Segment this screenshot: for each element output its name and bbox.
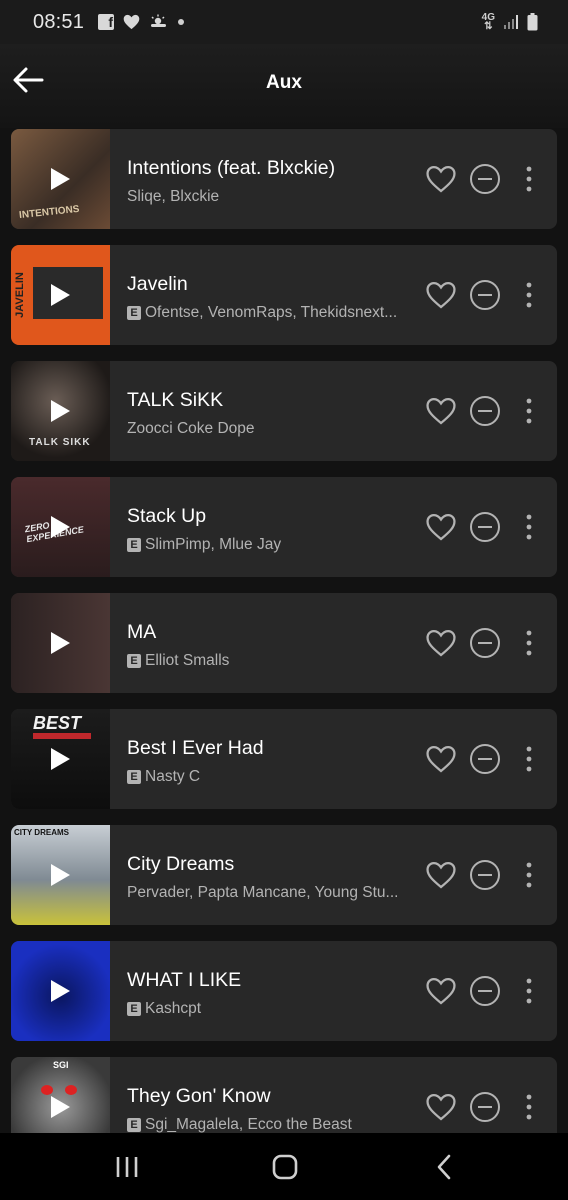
remove-icon[interactable] [469,975,501,1007]
album-art[interactable]: ZERO EXPERIENCE [11,477,110,577]
track-artists: Zoocci Coke Dope [127,420,255,437]
track-title: Intentions (feat. Blxckie) [127,157,336,179]
track-list: INTENTIONS Intentions (feat. Blxckie) Sl… [11,129,557,1173]
like-heart-icon[interactable] [424,1090,458,1124]
track-card[interactable]: TALK SIKK TALK SiKK Zoocci Coke Dope [11,361,557,461]
like-heart-icon[interactable] [424,742,458,776]
track-title: Javelin [127,273,188,295]
explicit-badge: E [127,306,141,320]
album-art[interactable] [11,941,110,1041]
play-icon[interactable] [51,980,70,1002]
album-art-text: SGI [53,1060,69,1070]
track-artists: Sliqe, Blxckie [127,188,220,205]
track-card[interactable]: JAVELIN Javelin E Ofentse, VenomRaps, The… [11,245,557,345]
network-4g-icon: 4G ⇅ [481,12,495,32]
album-art[interactable]: BEST [11,709,110,809]
play-icon[interactable] [51,516,70,538]
play-icon[interactable] [51,1096,70,1118]
like-heart-icon[interactable] [424,974,458,1008]
remove-icon[interactable] [469,395,501,427]
recent-apps-icon[interactable] [114,1153,140,1181]
like-heart-icon[interactable] [424,394,458,428]
play-icon[interactable] [51,864,70,886]
track-card[interactable]: MA E Elliot Smalls [11,593,557,693]
track-card[interactable]: WHAT I LIKE E Kashcpt [11,941,557,1041]
signal-icon [504,15,518,29]
explicit-badge: E [127,1118,141,1132]
album-art-text: CITY DREAMS [14,828,69,837]
more-options-icon[interactable] [519,975,539,1007]
remove-icon[interactable] [469,511,501,543]
heart-icon [123,14,140,30]
track-artists: E Elliot Smalls [127,652,407,670]
explicit-badge: E [127,538,141,552]
more-options-icon[interactable] [519,279,539,311]
track-title: City Dreams [127,853,235,875]
remove-icon[interactable] [469,743,501,775]
explicit-badge: E [127,654,141,668]
like-heart-icon[interactable] [424,162,458,196]
more-options-icon[interactable] [519,627,539,659]
album-art-text: BEST [33,713,82,733]
weather-icon [151,14,167,27]
track-title: WHAT I LIKE [127,969,242,991]
like-heart-icon[interactable] [424,626,458,660]
back-nav-icon[interactable] [433,1153,457,1181]
album-art[interactable]: TALK SIKK [11,361,110,461]
more-options-icon[interactable] [519,395,539,427]
remove-icon[interactable] [469,859,501,891]
status-time: 08:51 [33,10,85,33]
explicit-badge: E [127,1002,141,1016]
more-options-icon[interactable] [519,1091,539,1123]
track-artists: E Kashcpt [127,1000,407,1018]
track-card[interactable]: CITY DREAMS City Dreams Pervader, Papta … [11,825,557,925]
track-title: Best I Ever Had [127,737,264,759]
album-art-text: TALK SIKK [29,437,91,448]
track-title: Stack Up [127,505,207,527]
like-heart-icon[interactable] [424,510,458,544]
remove-icon[interactable] [469,1091,501,1123]
track-card[interactable]: ZERO EXPERIENCE Stack Up E SlimPimp, Mlue… [11,477,557,577]
track-artists: Pervader, Papta Mancane, Young Stu... [127,884,399,901]
notification-dot-icon [178,19,185,25]
track-artists: E Sgi_Magalela, Ecco the Beast [127,1116,407,1134]
track-card[interactable]: INTENTIONS Intentions (feat. Blxckie) Sl… [11,129,557,229]
track-title: They Gon' Know [127,1085,271,1107]
system-nav-bar [0,1133,568,1200]
track-card[interactable]: BEST Best I Ever Had E Nasty C [11,709,557,809]
track-title: MA [127,621,157,643]
more-options-icon[interactable] [519,163,539,195]
album-art[interactable]: JAVELIN [11,245,110,345]
track-artists: E SlimPimp, Mlue Jay [127,536,407,554]
album-art[interactable]: INTENTIONS [11,129,110,229]
more-options-icon[interactable] [519,859,539,891]
like-heart-icon[interactable] [424,278,458,312]
status-bar: 08:51 f 4G ⇅ [0,0,568,44]
remove-icon[interactable] [469,279,501,311]
facebook-icon: f [98,14,115,30]
home-icon[interactable] [270,1153,300,1181]
play-icon[interactable] [51,748,70,770]
album-art[interactable] [11,593,110,693]
remove-icon[interactable] [469,163,501,195]
remove-icon[interactable] [469,627,501,659]
play-icon[interactable] [51,400,70,422]
explicit-badge: E [127,770,141,784]
album-art-text: JAVELIN [13,272,26,318]
play-icon[interactable] [51,284,70,306]
album-art[interactable]: CITY DREAMS [11,825,110,925]
play-icon[interactable] [51,632,70,654]
more-options-icon[interactable] [519,743,539,775]
playlist-header: Aux [0,44,568,128]
track-artists: E Ofentse, VenomRaps, Thekidsnext... [127,304,407,322]
play-icon[interactable] [51,168,70,190]
more-options-icon[interactable] [519,511,539,543]
track-title: TALK SiKK [127,389,224,411]
album-art-text: INTENTIONS [18,203,80,222]
page-title: Aux [266,72,302,93]
battery-icon [527,13,538,31]
track-artists: E Nasty C [127,768,407,786]
like-heart-icon[interactable] [424,858,458,892]
